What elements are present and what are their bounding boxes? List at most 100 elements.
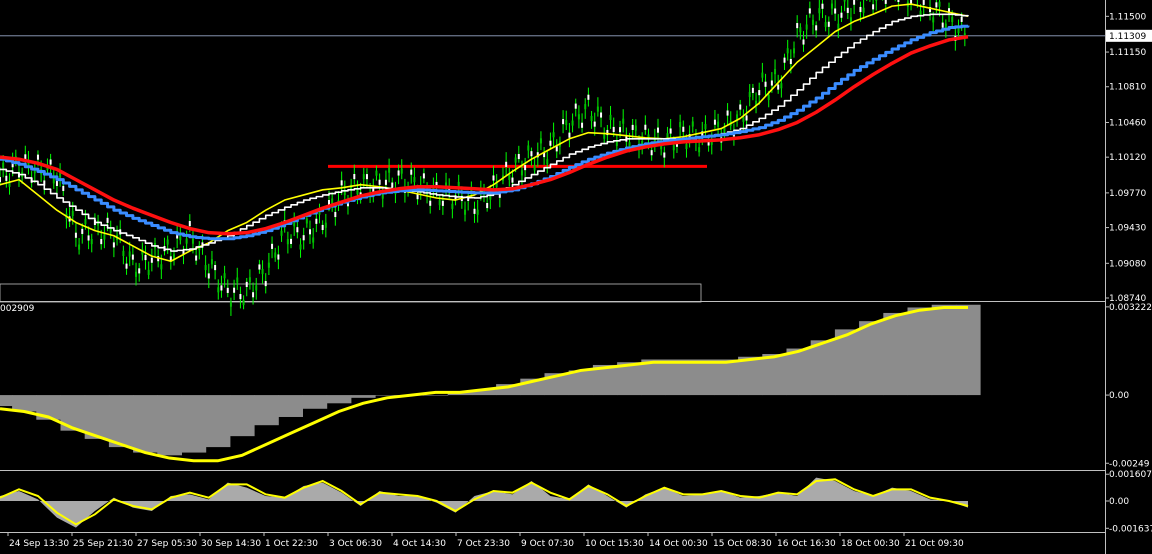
candle-body	[505, 161, 508, 167]
candle-body	[511, 177, 514, 183]
candle-body	[191, 238, 194, 244]
time-axis-label: 4 Oct 14:30	[393, 539, 446, 549]
time-axis-label: 24 Sep 13:30	[9, 539, 69, 549]
candle-body	[951, 16, 954, 22]
candle-body	[264, 281, 267, 287]
candle-body	[590, 115, 593, 122]
candle-body	[210, 259, 213, 265]
oscillator-pane-1: 002909	[0, 304, 981, 463]
candle-body	[299, 244, 302, 250]
candle-body	[546, 159, 549, 165]
candle-body	[679, 122, 682, 128]
candle-body	[122, 250, 125, 257]
candle-body	[609, 114, 612, 120]
candle-body	[562, 119, 565, 125]
candle-body	[245, 281, 248, 287]
candle-body	[144, 254, 147, 261]
candle-body	[106, 217, 109, 223]
candle-body	[309, 229, 312, 235]
price-candles	[0, 0, 966, 316]
candle-body	[761, 72, 764, 78]
candle-body	[334, 211, 337, 218]
candle-body	[596, 106, 599, 112]
osc1-histogram-bar	[229, 395, 255, 437]
candle-body	[52, 178, 55, 184]
candle-body	[340, 180, 343, 186]
candle-body	[486, 202, 489, 209]
candle-body	[508, 174, 511, 180]
candle-body	[476, 209, 479, 215]
price-axis-tick-label: 1.11150	[1109, 48, 1146, 58]
candle-body	[736, 114, 739, 120]
oscillator-pane-2	[0, 477, 969, 528]
osc1-histogram-bar	[254, 395, 279, 426]
candle-body	[824, 21, 827, 28]
candle-body	[555, 146, 558, 152]
osc1-histogram-bar	[810, 340, 836, 396]
candle-body	[682, 126, 685, 132]
candle-body	[539, 138, 542, 144]
candle-body	[84, 219, 87, 225]
candle-body	[723, 127, 726, 133]
candle-body	[818, 8, 821, 14]
candle-body	[353, 173, 356, 180]
candle-body	[552, 132, 555, 138]
time-axis-label: 10 Oct 15:30	[585, 539, 644, 549]
candle-body	[280, 230, 283, 236]
candle-body	[527, 145, 530, 151]
osc1-histogram-bar	[955, 304, 981, 396]
candle-body	[74, 232, 77, 238]
osc1-histogram-bar	[157, 395, 182, 456]
candle-body	[305, 218, 308, 224]
time-axis-label: 1 Oct 22:30	[265, 539, 318, 549]
candle-body	[932, 17, 935, 23]
osc2-axis-tick-label: 0.00	[1109, 497, 1129, 507]
candle-body	[770, 80, 773, 86]
candle-body	[258, 264, 261, 270]
osc2-axis-tick-label: -0.001637	[1109, 524, 1152, 534]
price-ma-line-4	[0, 35, 969, 236]
candle-body	[226, 287, 229, 293]
osc1-histogram-bar	[181, 395, 207, 453]
candle-body	[853, 0, 856, 5]
price-axis-tick-label: 1.09080	[1109, 259, 1146, 269]
candle-body	[252, 292, 255, 298]
candle-body	[36, 154, 39, 160]
candle-body	[413, 177, 416, 183]
candle-body	[619, 127, 622, 133]
candle-body	[248, 277, 251, 283]
candle-body	[464, 209, 467, 215]
candle-body	[834, 8, 837, 14]
candle-body	[581, 122, 584, 128]
current-price-label: 1.11309	[1109, 32, 1146, 42]
candle-body	[767, 94, 770, 101]
candle-body	[62, 185, 65, 191]
osc1-indicator-label: 002909	[0, 304, 35, 314]
price-pane	[0, 0, 1105, 316]
candle-body	[55, 180, 58, 186]
price-axis-tick-label: 1.10460	[1109, 118, 1146, 128]
price-ma-line-2	[0, 13, 969, 252]
candle-body	[233, 287, 236, 293]
candle-body	[131, 254, 134, 260]
candle-body	[147, 269, 150, 275]
candle-body	[356, 189, 359, 195]
candle-body	[277, 254, 280, 260]
candle-body	[473, 208, 476, 214]
candle-body	[138, 268, 141, 274]
candle-body	[429, 200, 432, 206]
candle-body	[840, 12, 843, 18]
candle-body	[0, 177, 1, 183]
price-axis-tick-label: 1.09770	[1109, 189, 1146, 199]
time-axis-label: 18 Oct 00:30	[841, 539, 900, 549]
candle-body	[229, 301, 232, 307]
osc1-histogram-bar	[931, 304, 957, 396]
osc1-histogram-bar	[205, 395, 231, 448]
osc1-axis-tick-label: -0.00249	[1109, 459, 1150, 469]
osc1-histogram-bar	[133, 395, 158, 453]
osc1-histogram-bar	[689, 359, 715, 396]
candle-body	[672, 145, 675, 151]
candle-body	[799, 27, 802, 33]
candle-body	[631, 124, 634, 130]
price-axis-tick-label: 1.09430	[1109, 224, 1146, 234]
